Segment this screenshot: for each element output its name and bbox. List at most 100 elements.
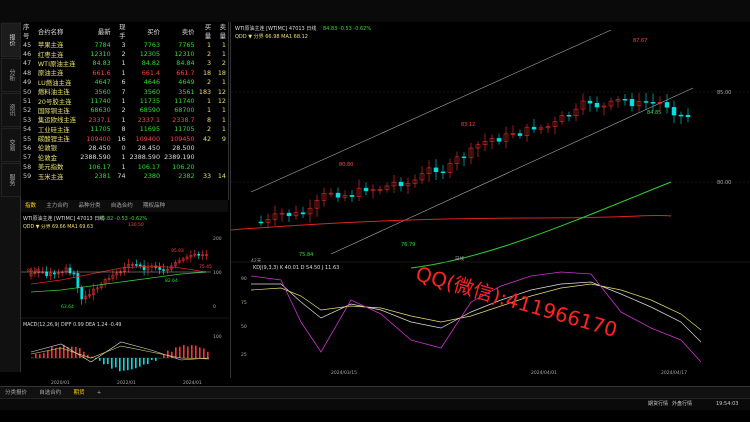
cell-ask: 2338.7 xyxy=(172,115,195,124)
cell-bq: 2 xyxy=(207,125,212,134)
tab-category[interactable]: 品种分类 xyxy=(75,200,105,212)
table-row[interactable]: 47 WTI原油主连 84.83 1 84.82 84.84 3 2 xyxy=(21,59,228,68)
cell-vol: 1 xyxy=(121,115,126,124)
table-row[interactable]: 52 国际铜主连 68630 2 68590 68700 1 1 xyxy=(21,106,228,115)
cell-no: 45 xyxy=(23,40,32,49)
table-row[interactable]: 49 LU燃油主连 4647 6 4646 4649 2 1 xyxy=(21,78,228,87)
cell-vol: 6 xyxy=(121,78,126,87)
cell-bq xyxy=(197,143,214,152)
cell-no: 55 xyxy=(23,134,32,143)
cell-ask: 28.500 xyxy=(172,143,195,152)
table-row[interactable]: 45 苹果主连 7784 3 7763 7765 1 1 xyxy=(21,40,228,50)
cell-ask: 4649 xyxy=(178,78,195,87)
cell-ask: 11705 xyxy=(174,125,195,134)
cell-bq: 2 xyxy=(207,78,212,87)
candle-body xyxy=(80,287,84,300)
macd-bar xyxy=(51,346,53,358)
cell-vol: 3 xyxy=(121,40,126,49)
cell-aq: 1 xyxy=(221,78,226,87)
top-toolbar xyxy=(0,0,750,22)
cell-ask: 106.20 xyxy=(172,162,195,171)
cell-vol: 2 xyxy=(121,106,126,115)
macd-bar xyxy=(63,344,65,358)
sidebar-tab-trade[interactable]: 交易 xyxy=(1,128,21,162)
cell-no: 56 xyxy=(23,143,32,152)
col-ask[interactable]: 卖价 xyxy=(162,22,197,40)
main-kline-chart[interactable]: WTI原油主连 [WTIMC] 47013 日线 84.83 -0.53 -0.… xyxy=(230,22,750,378)
table-row[interactable]: 48 原油主连 661.6 1 661.4 661.7 18 18 xyxy=(21,68,228,78)
macd-bar xyxy=(79,348,81,358)
cell-vol: 0 xyxy=(121,143,126,152)
candle-body xyxy=(440,171,446,174)
col-bidqty[interactable]: 买量 xyxy=(197,22,214,40)
table-row[interactable]: 56 伦敦银 28.450 0 28.450 28.500 xyxy=(21,143,228,153)
sidebar-tab-service[interactable]: 服务 xyxy=(1,163,21,197)
candle-body xyxy=(72,272,76,275)
table-row[interactable]: 51 20号胶主连 11740 1 11735 11740 1 12 xyxy=(21,96,228,106)
macd-bar xyxy=(163,354,165,358)
sidebar-tab-analysis[interactable]: 分析 xyxy=(1,58,21,92)
macd-bar xyxy=(195,345,197,358)
table-row[interactable]: 59 玉米主连 2381 74 2380 2382 33 14 xyxy=(21,171,228,181)
col-bid[interactable]: 买价 xyxy=(128,22,163,40)
tab-main-contract[interactable]: 主力合约 xyxy=(42,200,72,212)
cell-bid: 2388.590 xyxy=(129,153,161,162)
small-label-mid: 95.03 xyxy=(171,248,184,254)
cell-vol: 1 xyxy=(121,162,126,171)
cell-bq xyxy=(197,162,214,171)
col-last[interactable]: 最新 xyxy=(78,22,113,40)
cell-bid: 109400 xyxy=(135,134,161,143)
macd-bar xyxy=(135,358,137,369)
cell-last: 661.6 xyxy=(92,68,111,77)
candle-body xyxy=(496,138,502,142)
sidebar-tab-news[interactable]: 资讯 xyxy=(1,93,21,127)
kdj-tick-0: 90 xyxy=(241,276,247,282)
table-row[interactable]: 50 燃料油主连 3560 7 3560 3561 183 12 xyxy=(21,87,228,97)
cell-last: 2381 xyxy=(94,172,111,181)
table-header-row: 序号 合约名称 最新 现手 买价 卖价 买量 卖量 xyxy=(21,22,228,40)
col-name[interactable]: 合约名称 xyxy=(36,22,78,40)
macd-bar xyxy=(71,346,73,358)
macd-bar xyxy=(55,348,57,358)
tab-watchlist[interactable]: 自选合约 xyxy=(107,200,137,212)
sidebar-tab-quote[interactable]: 报价 xyxy=(1,23,21,57)
table-row[interactable]: 57 伦敦金 2388.590 1 2388.590 2389.190 xyxy=(21,153,228,162)
table-row[interactable]: 54 工业硅主连 11705 8 11695 11705 2 1 xyxy=(21,125,228,134)
col-vol[interactable]: 现手 xyxy=(113,22,128,40)
macd-bar xyxy=(99,358,101,361)
cell-last: 12310 xyxy=(90,50,111,59)
macd-ytick: 100 xyxy=(213,334,222,340)
cell-name: 20号胶主连 xyxy=(37,97,72,106)
macd-bar xyxy=(47,350,49,358)
cell-no: 50 xyxy=(23,87,32,96)
candle-body xyxy=(76,273,80,289)
cell-bid: 11735 xyxy=(139,97,161,106)
tab-index[interactable]: 指数 xyxy=(21,200,40,212)
candle-body xyxy=(517,133,523,136)
table-row[interactable]: 55 碳酸锂主连 109400 16 109400 109450 42 9 xyxy=(21,134,228,144)
cell-no: 52 xyxy=(23,106,32,115)
col-no[interactable]: 序号 xyxy=(21,22,36,40)
main-xtick-2: 2024/04/17 xyxy=(661,370,687,376)
table-row[interactable]: 46 红枣主连 12310 2 12305 12310 2 1 xyxy=(21,49,228,59)
table-row[interactable]: 58 美元指数 106.17 1 106.17 106.20 xyxy=(21,162,228,172)
cell-name: 红枣主连 xyxy=(37,50,64,59)
main-chart-ma-label: QDD ▼ 分界 66.98 MA1 68.12 xyxy=(235,33,308,40)
cell-no: 57 xyxy=(23,153,32,162)
cell-bq: 42 xyxy=(202,134,212,143)
macd-bar xyxy=(187,346,189,358)
candle-body xyxy=(566,114,572,117)
candle-body xyxy=(398,181,404,187)
candle-body xyxy=(643,101,649,103)
small-kline-chart[interactable]: WTI原油主连 [WTIMC] 47013 日线 85.82 -0.53 -0.… xyxy=(21,212,229,386)
cell-vol: 1 xyxy=(121,97,126,106)
col-askqty[interactable]: 卖量 xyxy=(213,22,228,40)
table-row[interactable]: 53 集运欧线主连 2337.1 1 2337.1 2338.7 8 1 xyxy=(21,115,228,125)
candle-body xyxy=(45,271,48,276)
cell-bid: 106.17 xyxy=(137,162,161,171)
cell-bid: 2380 xyxy=(143,172,161,181)
candle-body xyxy=(158,267,162,270)
main-label-p4: 76.79 xyxy=(401,242,415,248)
tab-options[interactable]: 期权品种 xyxy=(139,200,169,212)
cell-vol: 16 xyxy=(117,134,126,143)
